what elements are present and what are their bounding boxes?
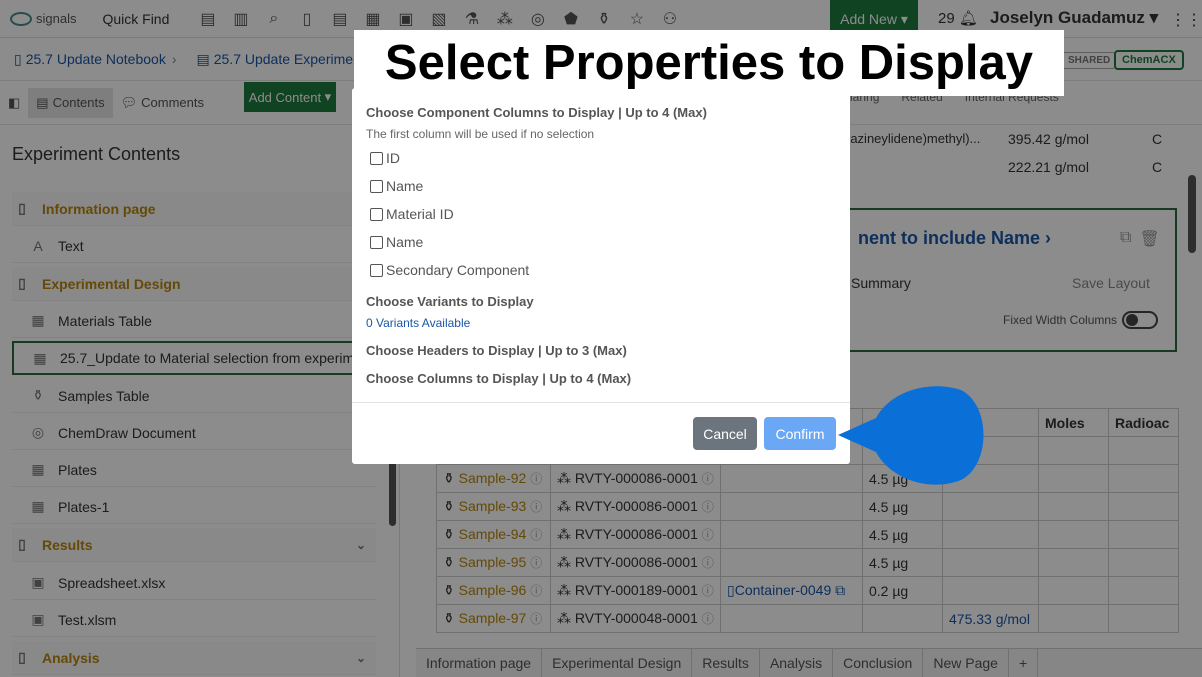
checkbox-box[interactable] xyxy=(370,207,383,221)
checkbox-box[interactable] xyxy=(370,263,383,277)
checkbox-label: Secondary Component xyxy=(386,262,530,278)
checkbox-label: Name xyxy=(386,234,424,250)
callout-pointer-icon xyxy=(838,386,984,485)
component-columns-hint: The first column will be used if no sele… xyxy=(366,127,595,141)
annotation-banner: Select Properties to Display xyxy=(354,30,1064,96)
checkbox-material-id[interactable]: Material ID xyxy=(370,206,454,222)
checkbox-name[interactable]: Name xyxy=(370,178,423,194)
checkbox-name-2[interactable]: Name xyxy=(370,234,423,250)
checkbox-box[interactable] xyxy=(370,235,383,249)
checkbox-label: Name xyxy=(386,178,424,194)
checkbox-id[interactable]: ID xyxy=(370,150,400,166)
checkbox-box[interactable] xyxy=(370,151,383,165)
modal-footer-divider xyxy=(352,402,850,403)
checkbox-secondary-component[interactable]: Secondary Component xyxy=(370,262,529,278)
variants-available-link[interactable]: 0 Variants Available xyxy=(366,316,470,330)
cancel-button[interactable]: Cancel xyxy=(693,417,757,450)
component-columns-heading: Choose Component Columns to Display | Up… xyxy=(366,105,707,120)
checkbox-label: ID xyxy=(386,150,400,166)
headers-heading: Choose Headers to Display | Up to 3 (Max… xyxy=(366,343,627,358)
select-properties-modal: Choose Component Columns to Display | Up… xyxy=(352,88,850,464)
checkbox-label: Material ID xyxy=(386,206,454,222)
columns-heading: Choose Columns to Display | Up to 4 (Max… xyxy=(366,371,632,386)
checkbox-box[interactable] xyxy=(370,179,383,193)
variants-heading: Choose Variants to Display xyxy=(366,294,534,309)
confirm-button[interactable]: Confirm xyxy=(764,417,836,450)
